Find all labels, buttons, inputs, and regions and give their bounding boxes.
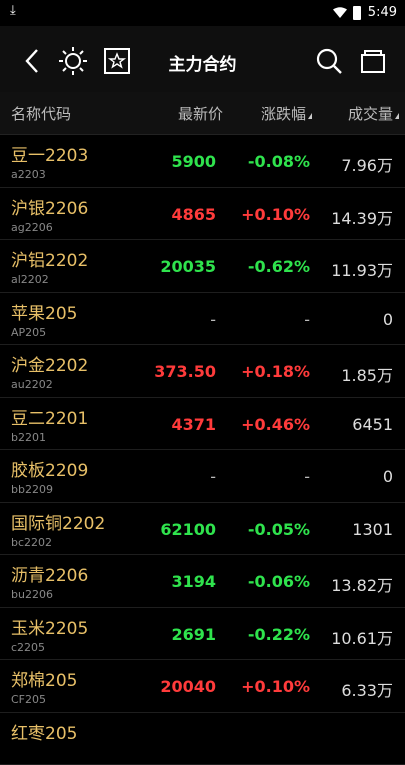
contract-name: 沪金2202 xyxy=(11,351,88,376)
change-pct: +0.10% xyxy=(241,205,310,224)
latest-price: 4865 xyxy=(171,205,216,224)
contract-code: a2203 xyxy=(11,168,46,181)
contract-name: 豆一2203 xyxy=(11,141,88,166)
contract-name: 红枣205 xyxy=(11,719,77,744)
col-name-code[interactable]: 名称代码 xyxy=(11,103,71,124)
latest-price: 62100 xyxy=(160,520,216,539)
col-change-pct[interactable]: 涨跌幅 xyxy=(261,103,312,124)
contract-name: 玉米2205 xyxy=(11,614,88,639)
contract-code: bc2202 xyxy=(11,536,52,549)
table-row[interactable]: 沪金2202 au2202 373.50 +0.18% 1.85万 xyxy=(0,345,405,398)
col-volume-label: 成交量 xyxy=(348,105,393,123)
contract-code: au2202 xyxy=(11,378,53,391)
col-latest-price[interactable]: 最新价 xyxy=(178,103,223,124)
volume: 11.93万 xyxy=(331,257,393,281)
contract-code: al2202 xyxy=(11,273,49,286)
contract-name: 苹果205 xyxy=(11,299,77,324)
contract-code: bb2209 xyxy=(11,483,53,496)
contract-name: 沪银2206 xyxy=(11,194,88,219)
change-pct: -0.06% xyxy=(248,572,310,591)
change-pct: - xyxy=(304,310,310,329)
table-row[interactable]: 沪铝2202 al2202 20035 -0.62% 11.93万 xyxy=(0,240,405,293)
contract-name: 国际铜2202 xyxy=(11,509,105,534)
volume: 10.61万 xyxy=(331,625,393,649)
table-row[interactable]: 红枣205 xyxy=(0,713,405,765)
change-pct: -0.22% xyxy=(248,625,310,644)
latest-price: - xyxy=(210,310,216,329)
column-header: 名称代码 最新价 涨跌幅 成交量 xyxy=(0,92,405,135)
battery-icon xyxy=(353,6,361,20)
contract-name: 沥青2206 xyxy=(11,561,88,586)
contract-name: 胶板2209 xyxy=(11,456,88,481)
wifi-icon xyxy=(333,7,347,18)
table-row[interactable]: 沪银2206 ag2206 4865 +0.10% 14.39万 xyxy=(0,188,405,241)
col-volume[interactable]: 成交量 xyxy=(348,103,399,124)
volume: 1.85万 xyxy=(341,362,393,386)
change-pct: +0.18% xyxy=(241,362,310,381)
contract-name: 郑棉205 xyxy=(11,666,77,691)
contract-code: c2205 xyxy=(11,641,45,654)
latest-price: 20040 xyxy=(160,677,216,696)
volume: 6.33万 xyxy=(341,677,393,701)
download-icon: ⤓ xyxy=(10,3,16,18)
search-icon[interactable] xyxy=(314,46,344,76)
volume: 13.82万 xyxy=(331,572,393,596)
change-pct: - xyxy=(304,467,310,486)
volume: 6451 xyxy=(352,415,393,434)
table-row[interactable]: 玉米2205 c2205 2691 -0.22% 10.61万 xyxy=(0,608,405,661)
contract-name: 豆二2201 xyxy=(11,404,88,429)
contract-code: AP205 xyxy=(11,326,46,339)
volume: 0 xyxy=(383,467,393,486)
latest-price: 4371 xyxy=(171,415,216,434)
volume: 1301 xyxy=(352,520,393,539)
contract-code: CF205 xyxy=(11,693,46,706)
contract-code: b2201 xyxy=(11,431,46,444)
latest-price: 373.50 xyxy=(154,362,216,381)
col-change-label: 涨跌幅 xyxy=(261,105,306,123)
table-row[interactable]: 豆二2201 b2201 4371 +0.46% 6451 xyxy=(0,398,405,451)
change-pct: +0.10% xyxy=(241,677,310,696)
table-row[interactable]: 郑棉205 CF205 20040 +0.10% 6.33万 xyxy=(0,660,405,713)
status-time: 5:49 xyxy=(368,5,397,20)
latest-price: 2691 xyxy=(171,625,216,644)
top-bar: 主力合约 xyxy=(0,26,405,92)
volume: 7.96万 xyxy=(341,152,393,176)
latest-price: 20035 xyxy=(160,257,216,276)
contract-name: 沪铝2202 xyxy=(11,246,88,271)
latest-price: 5900 xyxy=(171,152,216,171)
contract-code: bu2206 xyxy=(11,588,53,601)
table-row[interactable]: 国际铜2202 bc2202 62100 -0.05% 1301 xyxy=(0,503,405,556)
contract-list: 豆一2203 a2203 5900 -0.08% 7.96万 沪银2206 ag… xyxy=(0,135,405,765)
status-bar: ⤓ 5:49 xyxy=(0,0,405,26)
change-pct: +0.46% xyxy=(241,415,310,434)
latest-price: - xyxy=(210,467,216,486)
folder-icon[interactable] xyxy=(358,46,388,76)
page-title: 主力合约 xyxy=(0,50,405,75)
volume: 14.39万 xyxy=(331,205,393,229)
volume: 0 xyxy=(383,310,393,329)
latest-price: 3194 xyxy=(171,572,216,591)
table-row[interactable]: 沥青2206 bu2206 3194 -0.06% 13.82万 xyxy=(0,555,405,608)
table-row[interactable]: 苹果205 AP205 - - 0 xyxy=(0,293,405,346)
table-row[interactable]: 胶板2209 bb2209 - - 0 xyxy=(0,450,405,503)
contract-code: ag2206 xyxy=(11,221,53,234)
change-pct: -0.05% xyxy=(248,520,310,539)
table-row[interactable]: 豆一2203 a2203 5900 -0.08% 7.96万 xyxy=(0,135,405,188)
change-pct: -0.62% xyxy=(248,257,310,276)
change-pct: -0.08% xyxy=(248,152,310,171)
